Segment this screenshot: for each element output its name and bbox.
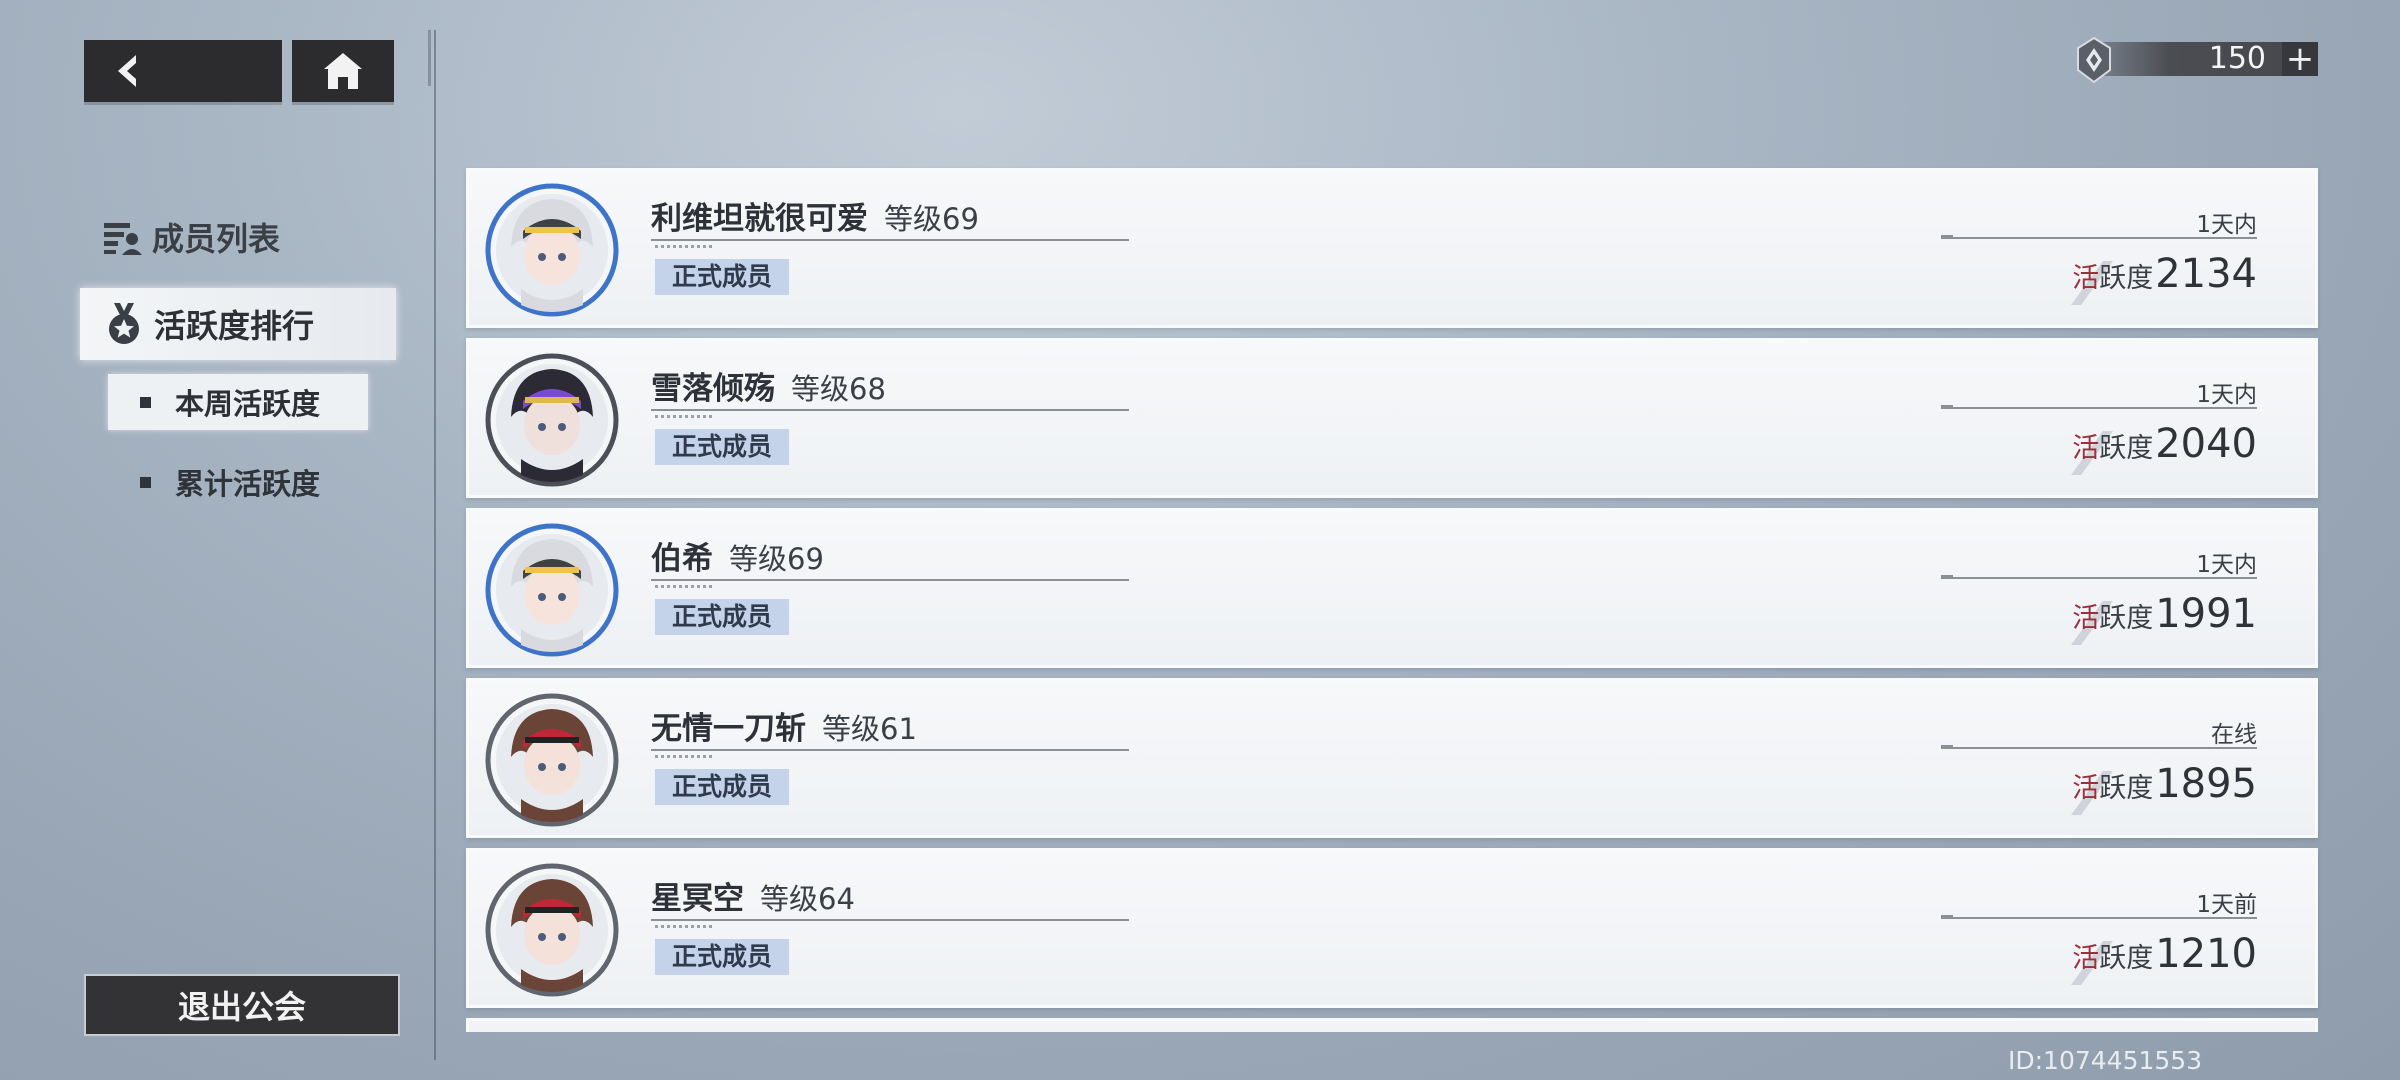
activity-value: 2134 bbox=[2155, 251, 2257, 297]
member-level: 等级69 bbox=[729, 542, 824, 576]
divider-tick bbox=[428, 30, 431, 86]
avatar bbox=[485, 183, 619, 317]
sub-item-total-activity[interactable]: 累计活跃度 bbox=[108, 454, 368, 510]
list-item-partial bbox=[466, 1018, 2318, 1032]
activity-score: 活跃度 1895 bbox=[2072, 761, 2257, 807]
member-card-2[interactable]: 雪落倾殇 等级68 正式成员 1天内 活跃度 2040 bbox=[466, 338, 2318, 498]
member-name-row: 伯希 等级69 bbox=[651, 533, 824, 578]
member-card-1[interactable]: 利维坦就很可爱 等级69 正式成员 1天内 活跃度 2134 bbox=[466, 168, 2318, 328]
activity-label: 活跃度 bbox=[2072, 943, 2154, 974]
exit-guild-button[interactable]: 退出公会 bbox=[84, 974, 400, 1036]
name-underline-dots bbox=[655, 245, 715, 248]
home-icon bbox=[324, 53, 362, 89]
name-underline-dots bbox=[655, 415, 715, 418]
bullet-icon bbox=[140, 476, 151, 488]
member-name: 星冥空 bbox=[651, 881, 744, 917]
exit-guild-label: 退出公会 bbox=[177, 988, 306, 1026]
activity-label: 活跃度 bbox=[2072, 603, 2154, 634]
member-name-row: 利维坦就很可爱 等级69 bbox=[651, 193, 979, 238]
member-card-4[interactable]: 无情一刀斩 等级61 正式成员 在线 活跃度 1895 bbox=[466, 678, 2318, 838]
home-button[interactable] bbox=[292, 40, 394, 102]
member-name-row: 星冥空 等级64 bbox=[651, 873, 855, 918]
status-underline bbox=[1941, 575, 2257, 579]
member-name: 雪落倾殇 bbox=[651, 371, 775, 407]
role-badge: 正式成员 bbox=[655, 769, 789, 805]
sub-item-label: 本周活跃度 bbox=[175, 387, 321, 421]
member-list-icon bbox=[104, 223, 142, 255]
activity-score: 活跃度 2134 bbox=[2072, 251, 2257, 297]
last-online: 在线 bbox=[2211, 722, 2257, 748]
activity-value: 1210 bbox=[2155, 931, 2257, 977]
sidebar-item-label: 活跃度排行 bbox=[154, 307, 315, 345]
sub-item-label: 累计活跃度 bbox=[175, 467, 321, 501]
sidebar-item-activity-ranking[interactable]: 活跃度排行 bbox=[80, 288, 396, 360]
member-level: 等级61 bbox=[822, 712, 917, 746]
user-id: ID:1074451553 bbox=[2008, 1046, 2203, 1075]
avatar bbox=[485, 863, 619, 997]
member-name: 无情一刀斩 bbox=[651, 711, 806, 747]
member-name-row: 无情一刀斩 等级61 bbox=[651, 703, 917, 748]
name-underline bbox=[651, 919, 1129, 921]
name-underline bbox=[651, 579, 1129, 581]
divider-line bbox=[434, 30, 436, 1060]
back-arrow-icon bbox=[118, 55, 136, 87]
add-currency-button[interactable]: + bbox=[2282, 42, 2318, 76]
name-underline-dots bbox=[655, 925, 715, 928]
last-online: 1天内 bbox=[2196, 552, 2257, 578]
role-badge: 正式成员 bbox=[655, 599, 789, 635]
activity-score: 活跃度 1210 bbox=[2072, 931, 2257, 977]
status-underline bbox=[1941, 405, 2257, 409]
bullet-icon bbox=[140, 396, 151, 408]
last-online: 1天内 bbox=[2196, 212, 2257, 238]
activity-score: 活跃度 2040 bbox=[2072, 421, 2257, 467]
member-name: 利维坦就很可爱 bbox=[651, 201, 868, 237]
name-underline bbox=[651, 749, 1129, 751]
avatar bbox=[485, 353, 619, 487]
sidebar-item-member-list[interactable]: 成员列表 bbox=[102, 214, 280, 260]
last-online: 1天前 bbox=[2196, 892, 2257, 918]
status-underline bbox=[1941, 745, 2257, 749]
member-level: 等级64 bbox=[760, 882, 855, 916]
role-badge: 正式成员 bbox=[655, 259, 789, 295]
activity-label: 活跃度 bbox=[2072, 263, 2154, 294]
name-underline bbox=[651, 409, 1129, 411]
currency-display: 150 + bbox=[2072, 36, 2318, 84]
name-underline-dots bbox=[655, 585, 715, 588]
currency-value: 150 bbox=[2208, 41, 2266, 76]
activity-label: 活跃度 bbox=[2072, 773, 2154, 804]
back-button[interactable] bbox=[84, 40, 282, 102]
member-name: 伯希 bbox=[651, 541, 713, 577]
gem-icon bbox=[2077, 36, 2111, 84]
member-level: 等级68 bbox=[791, 372, 886, 406]
activity-value: 1895 bbox=[2155, 761, 2257, 807]
status-underline bbox=[1941, 235, 2257, 239]
activity-score: 活跃度 1991 bbox=[2072, 591, 2257, 637]
activity-value: 1991 bbox=[2155, 591, 2257, 637]
sub-item-weekly-activity[interactable]: 本周活跃度 bbox=[108, 374, 368, 430]
medal-icon bbox=[109, 303, 139, 344]
activity-value: 2040 bbox=[2155, 421, 2257, 467]
member-name-row: 雪落倾殇 等级68 bbox=[651, 363, 886, 408]
member-card-5[interactable]: 星冥空 等级64 正式成员 1天前 活跃度 1210 bbox=[466, 848, 2318, 1008]
avatar bbox=[485, 693, 619, 827]
status-underline bbox=[1941, 915, 2257, 919]
avatar bbox=[485, 523, 619, 657]
role-badge: 正式成员 bbox=[655, 429, 789, 465]
member-level: 等级69 bbox=[884, 202, 979, 236]
last-online: 1天内 bbox=[2196, 382, 2257, 408]
name-underline bbox=[651, 239, 1129, 241]
role-badge: 正式成员 bbox=[655, 939, 789, 975]
member-card-3[interactable]: 伯希 等级69 正式成员 1天内 活跃度 1991 bbox=[466, 508, 2318, 668]
sidebar-item-label: 成员列表 bbox=[152, 220, 281, 258]
activity-label: 活跃度 bbox=[2072, 433, 2154, 464]
name-underline-dots bbox=[655, 755, 715, 758]
member-ranking-list: 利维坦就很可爱 等级69 正式成员 1天内 活跃度 2134 雪落倾殇 等级68… bbox=[466, 168, 2318, 1032]
